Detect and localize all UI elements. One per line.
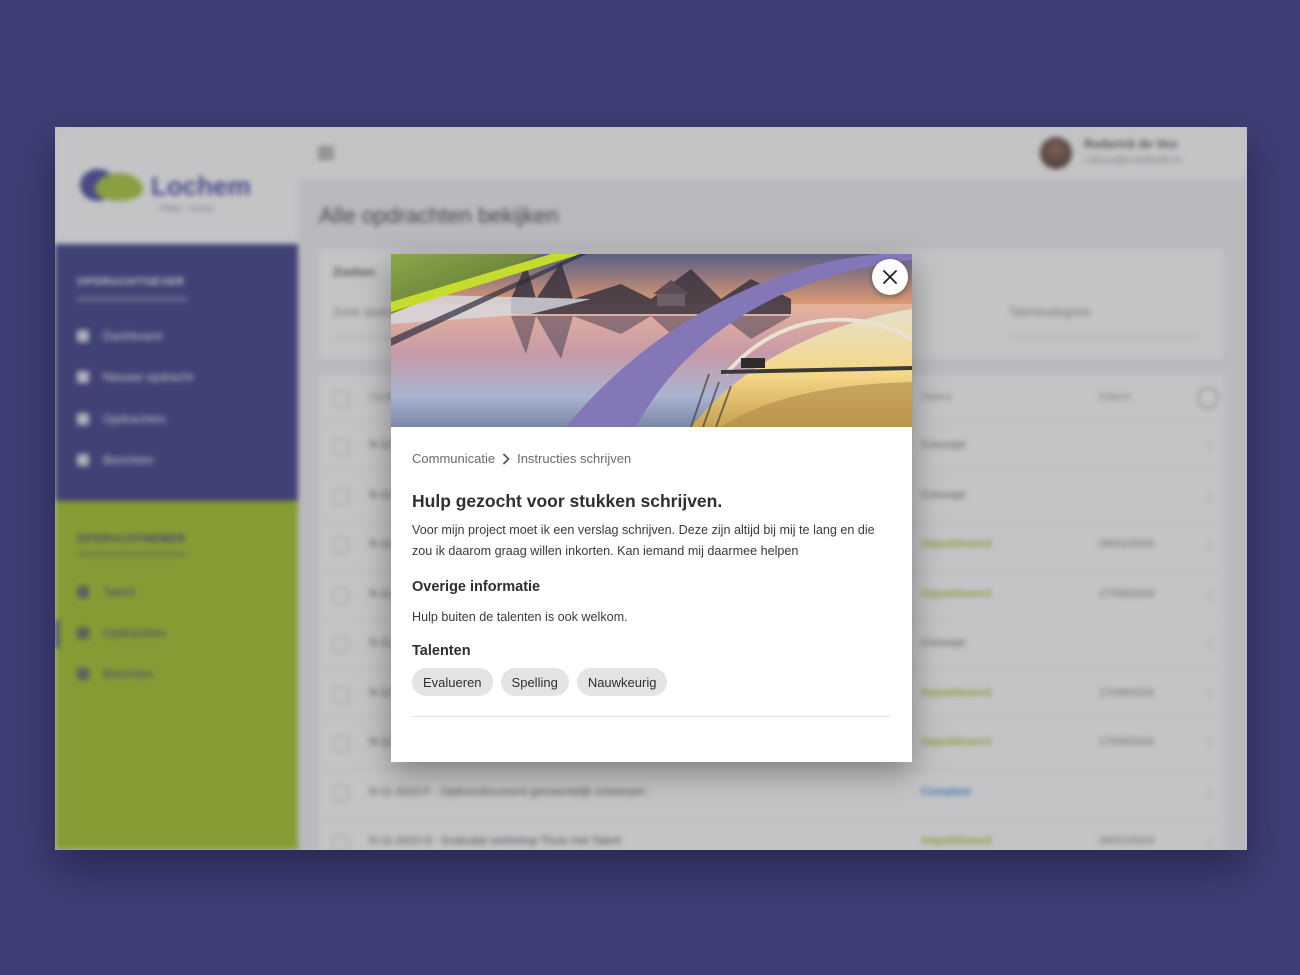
other-info-heading: Overige informatie xyxy=(412,579,541,595)
talent-chip[interactable]: Evalueren xyxy=(412,668,493,696)
talent-chip[interactable]: Nauwkeurig xyxy=(576,668,668,696)
close-button[interactable] xyxy=(872,259,908,295)
talent-chips: Evalueren Spelling Nauwkeurig xyxy=(412,668,668,696)
breadcrumb-item-subcategory[interactable]: Instructies schrijven xyxy=(517,451,631,466)
task-detail-modal: Communicatie Instructies schrijven Hulp … xyxy=(391,254,912,762)
breadcrumb: Communicatie Instructies schrijven xyxy=(412,451,631,466)
breadcrumb-item-category[interactable]: Communicatie xyxy=(412,451,495,466)
close-icon xyxy=(883,270,897,284)
talents-heading: Talenten xyxy=(412,643,471,659)
talent-chip[interactable]: Spelling xyxy=(500,668,569,696)
task-description: Voor mijn project moet ik een verslag sc… xyxy=(412,523,875,558)
divider xyxy=(412,716,891,717)
other-info-text: Hulp buiten de talenten is ook welkom. xyxy=(412,610,628,624)
chevron-right-icon xyxy=(501,453,511,465)
hero-image xyxy=(391,254,912,427)
modal-title: Hulp gezocht voor stukken schrijven. xyxy=(412,491,723,511)
